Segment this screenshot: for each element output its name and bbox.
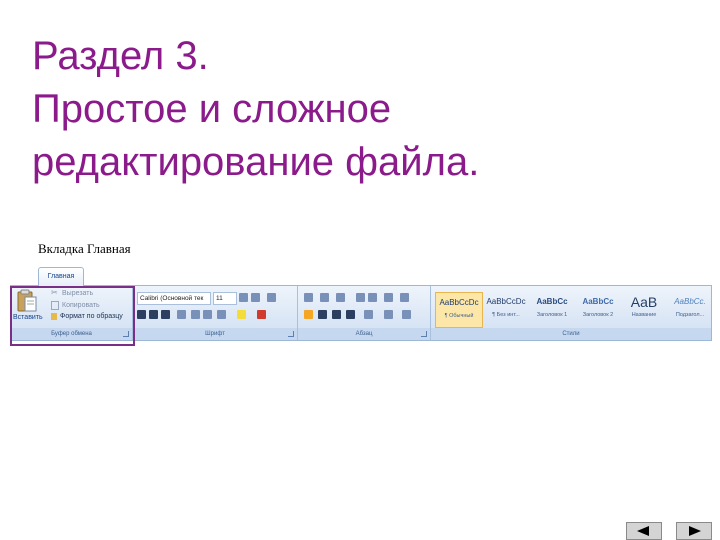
justify-icon[interactable] bbox=[346, 310, 355, 319]
multilevel-list-icon[interactable] bbox=[336, 293, 345, 302]
font-size-select[interactable]: 11 bbox=[213, 292, 237, 305]
increase-indent-icon[interactable] bbox=[368, 293, 377, 302]
font-group: Calibri (Основной тек 11 Шрифт bbox=[133, 286, 298, 340]
change-case-icon[interactable] bbox=[217, 310, 226, 319]
style-name: ¶ Обычный bbox=[444, 313, 474, 319]
style-title[interactable]: AaB Название bbox=[621, 292, 667, 326]
superscript-icon[interactable] bbox=[203, 310, 212, 319]
style-no-spacing[interactable]: AaBbCcDc ¶ Без инт... bbox=[483, 292, 529, 326]
style-heading-1[interactable]: AaBbCc Заголовок 1 bbox=[529, 292, 575, 326]
style-name: Название bbox=[631, 312, 657, 318]
numbering-icon[interactable] bbox=[320, 293, 329, 302]
decrease-indent-icon[interactable] bbox=[356, 293, 365, 302]
strikethrough-icon[interactable] bbox=[177, 310, 186, 319]
left-triangle-icon bbox=[637, 526, 649, 536]
slide-title-line-1: Раздел 3. bbox=[32, 34, 209, 78]
style-sample: AaBbCcDc bbox=[439, 298, 479, 307]
dialog-launcher-icon[interactable] bbox=[421, 331, 427, 337]
paragraph-group-label: Абзац bbox=[298, 328, 430, 340]
slide-title: Раздел 3. Простое и сложное редактирован… bbox=[32, 30, 692, 189]
clipboard-highlight-frame bbox=[10, 286, 135, 346]
slide-title-line-2: Простое и сложное bbox=[32, 87, 392, 131]
style-name: Заголовок 2 bbox=[582, 312, 614, 318]
clear-format-icon[interactable] bbox=[267, 293, 276, 302]
subscript-icon[interactable] bbox=[191, 310, 200, 319]
style-sample: AaB bbox=[630, 294, 658, 310]
dialog-launcher-icon[interactable] bbox=[288, 331, 294, 337]
style-sample: AaBbCc bbox=[582, 297, 614, 306]
paragraph-group: Абзац bbox=[298, 286, 431, 340]
font-color-icon[interactable] bbox=[257, 310, 266, 319]
bullets-icon[interactable] bbox=[304, 293, 313, 302]
style-subtitle[interactable]: AaBbCc. Подзагол... bbox=[667, 292, 713, 326]
sort-icon[interactable] bbox=[384, 293, 393, 302]
tab-home[interactable]: Главная bbox=[38, 267, 84, 286]
style-sample: AaBbCcDc bbox=[486, 297, 526, 306]
style-name: Подзагол... bbox=[675, 312, 705, 318]
styles-group: AaBbCcDc ¶ Обычный AaBbCcDc ¶ Без инт...… bbox=[431, 286, 711, 340]
style-name: ¶ Без инт... bbox=[492, 312, 520, 318]
style-sample: AaBbCc bbox=[536, 297, 568, 306]
align-center-icon[interactable] bbox=[318, 310, 327, 319]
line-spacing-icon[interactable] bbox=[364, 310, 373, 319]
bold-icon[interactable] bbox=[137, 310, 146, 319]
shading-icon[interactable] bbox=[384, 310, 393, 319]
borders-icon[interactable] bbox=[402, 310, 411, 319]
right-triangle-icon bbox=[689, 526, 701, 536]
styles-group-label: Стили bbox=[431, 328, 711, 340]
show-formatting-icon[interactable] bbox=[400, 293, 409, 302]
highlight-color-icon[interactable] bbox=[237, 310, 246, 319]
shrink-font-icon[interactable] bbox=[251, 293, 260, 302]
slide-subtitle: Вкладка Главная bbox=[38, 241, 131, 256]
underline-icon[interactable] bbox=[161, 310, 170, 319]
style-heading-2[interactable]: AaBbCc Заголовок 2 bbox=[575, 292, 621, 326]
grow-font-icon[interactable] bbox=[239, 293, 248, 302]
italic-icon[interactable] bbox=[149, 310, 158, 319]
font-name-select[interactable]: Calibri (Основной тек bbox=[137, 292, 211, 305]
style-normal[interactable]: AaBbCcDc ¶ Обычный bbox=[435, 292, 483, 328]
style-sample: AaBbCc. bbox=[674, 297, 706, 306]
align-right-icon[interactable] bbox=[332, 310, 341, 319]
align-left-icon[interactable] bbox=[304, 310, 313, 319]
next-slide-button[interactable] bbox=[676, 522, 712, 540]
font-group-label: Шрифт bbox=[133, 328, 297, 340]
style-name: Заголовок 1 bbox=[536, 312, 568, 318]
prev-slide-button[interactable] bbox=[626, 522, 662, 540]
slide-title-line-3: редактирование файла. bbox=[32, 140, 480, 184]
